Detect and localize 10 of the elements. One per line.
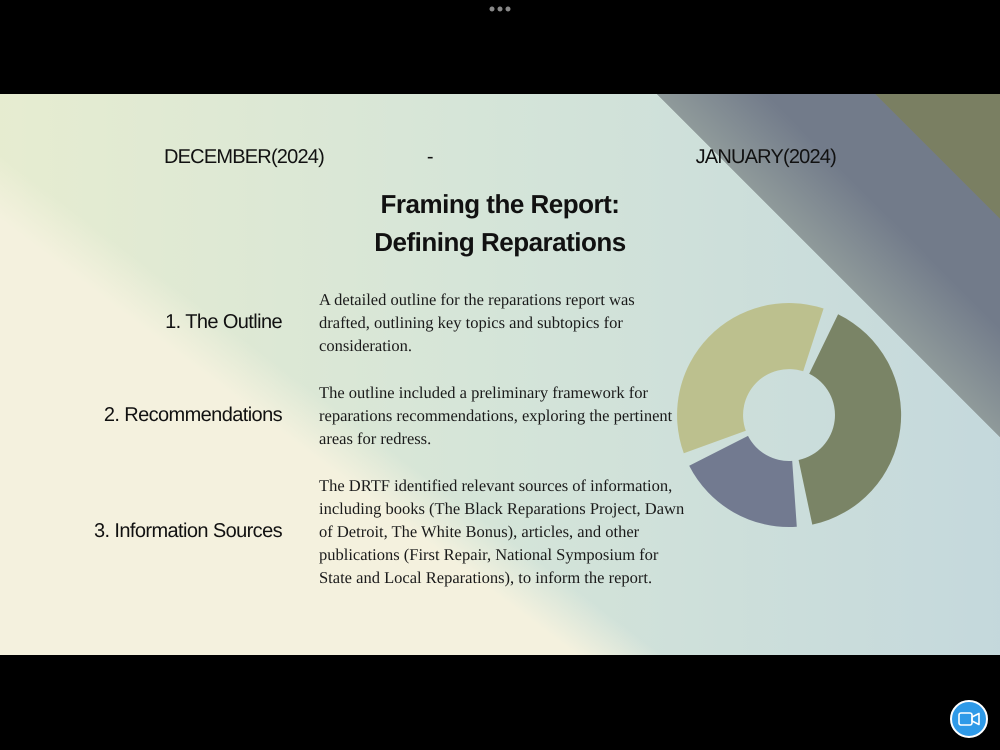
date-separator: - (426, 146, 433, 169)
start-date: DECEMBER(2024) (164, 146, 325, 169)
section-text: A detailed outline for the reparations report was drafted, outlining key topics and subtopics for consideration. (319, 289, 636, 357)
slide-title: Framing the Report: (380, 188, 620, 221)
section-text: The DRTF identified relevant sources of information, including books (The Black Reparations Project, Dawn of Detroit, The White Bonus), articles, and other publications (First Repair, National Symposium for State and Local Reparations), to inform the report. (319, 475, 686, 589)
slide-title: Defining Reparations (374, 226, 626, 259)
section-heading: 1. The Outline (165, 311, 282, 334)
section-heading: 3. Information Sources (94, 520, 282, 543)
section-heading: 2. Recommendations (104, 404, 282, 427)
section-text: The outline included a preliminary framework for reparations recommendations, exploring the pertinent areas for redress. (319, 382, 674, 450)
